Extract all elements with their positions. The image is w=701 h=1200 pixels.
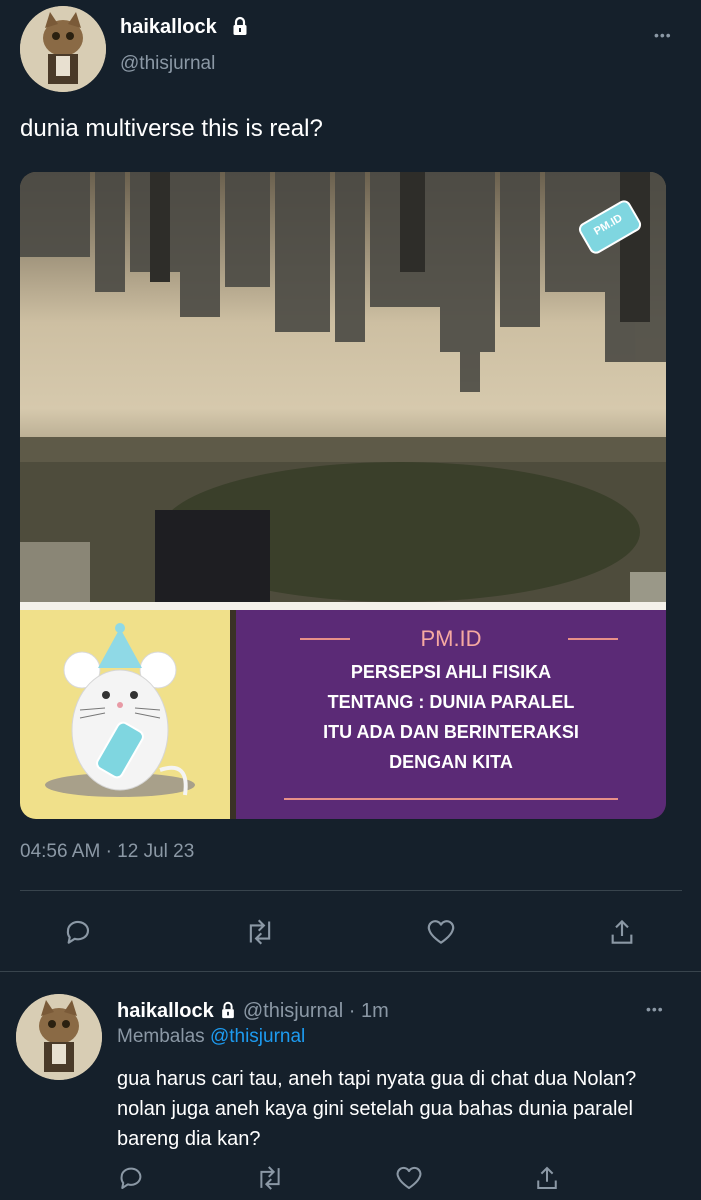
like-icon[interactable] (393, 1163, 425, 1193)
handle[interactable]: @thisjurnal (120, 53, 215, 75)
reply-text: gua harus cari tau, aneh tapi nyata gua … (117, 1068, 637, 1150)
banner-line-3: ITU ADA DAN BERINTERAKSI (323, 722, 579, 742)
banner-panel: PM.ID PERSEPSI AHLI FISIKA TENTANG : DUN… (236, 610, 666, 819)
lock-icon (230, 16, 250, 41)
tweet-media[interactable]: PM.ID PM.ID PERSEPSI AHLI FISIKA TENTANG… (20, 172, 666, 819)
reply-header: haikallock @thisjurnal · 1m (117, 1000, 389, 1025)
share-icon[interactable] (532, 1163, 562, 1193)
share-icon[interactable] (606, 916, 638, 948)
reply-icon[interactable] (62, 916, 94, 948)
like-icon[interactable] (424, 916, 458, 948)
replying-link[interactable]: @thisjurnal (210, 1026, 305, 1047)
replying-to: Membalas @thisjurnal (117, 1026, 305, 1048)
retweet-icon[interactable] (243, 916, 277, 948)
mouse-mascot-icon (45, 623, 195, 797)
time-ago[interactable]: · 1m (349, 1000, 389, 1022)
banner-rule-bottom (284, 798, 618, 800)
lock-icon (219, 1001, 237, 1025)
avatar[interactable] (16, 994, 102, 1080)
banner-line-1: PERSEPSI AHLI FISIKA (350, 662, 552, 682)
banner-line-4: DENGAN KITA (389, 752, 513, 772)
banner-brand: PM.ID (420, 626, 482, 651)
date-text[interactable]: 12 Jul 23 (117, 841, 194, 862)
avatar[interactable] (20, 6, 106, 92)
inverted-city-photo (20, 172, 666, 602)
divider (20, 890, 682, 891)
more-icon[interactable]: ••• (654, 28, 672, 42)
more-icon[interactable]: ••• (646, 1002, 664, 1016)
cat-avatar-image (20, 6, 106, 92)
cat-avatar-image (16, 994, 102, 1080)
display-name[interactable]: haikallock (120, 16, 217, 39)
banner-line-2: TENTANG : DUNIA PARALEL (327, 692, 575, 712)
display-name[interactable]: haikallock (117, 1000, 214, 1022)
replying-prefix: Membalas (117, 1026, 205, 1047)
tweet-text: dunia multiverse this is real? (20, 115, 323, 142)
media-separator (20, 602, 666, 610)
reply-icon[interactable] (116, 1163, 146, 1193)
time-text[interactable]: 04:56 AM (20, 841, 100, 862)
mascot-panel (20, 610, 230, 819)
handle[interactable]: @thisjurnal (243, 1000, 343, 1022)
time-separator: · (105, 841, 118, 862)
divider (0, 971, 701, 972)
retweet-icon[interactable] (254, 1163, 286, 1193)
tweet-time[interactable]: 04:56 AM · 12 Jul 23 (20, 841, 194, 863)
